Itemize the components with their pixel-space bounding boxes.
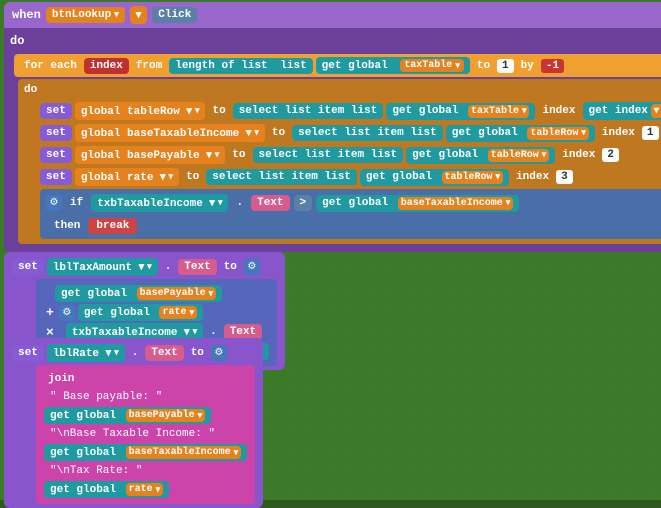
join-str-3: "\nTax Rate: " (44, 463, 148, 479)
join-str-1: " Base payable: " (44, 389, 168, 405)
index-val-4: 3 (556, 170, 573, 184)
basepayable-var[interactable]: global basePayable ▾ (75, 146, 225, 164)
get-table-pill: get global taxTable (316, 57, 470, 74)
do2-label: do (24, 82, 661, 99)
set-label-3: set (40, 147, 72, 163)
tax-expr-row2: + ⚙ get global rate (44, 304, 269, 321)
join-get-basetaxableincome: get global baseTaxableIncome (44, 444, 247, 461)
foreach-block: for each index from length of list list … (14, 54, 661, 77)
lbltaxamount-var[interactable]: lblTaxAmount ▾ (47, 258, 158, 276)
lblrate-var[interactable]: lblRate ▾ (47, 344, 125, 362)
set-label-1: set (40, 103, 72, 119)
when-block: when btnLookup ▾ Click (4, 2, 661, 28)
set-lblrate-header: set lblRate ▾ . Text to ⚙ (12, 344, 255, 362)
if-gear-icon[interactable]: ⚙ (46, 195, 62, 211)
do-outer: do for each index from length of list li… (4, 28, 661, 252)
set-row-basepayable: set global basePayable ▾ to select list … (40, 145, 661, 165)
join-row-6: get global rate (44, 481, 247, 498)
basetaxableincome-var[interactable]: global baseTaxableIncome ▾ (75, 124, 265, 142)
to-val: 1 (497, 59, 514, 73)
select-list-1: select list item list (233, 103, 384, 119)
main-block: when btnLookup ▾ Click do for each index… (4, 2, 661, 252)
event-source-pill[interactable]: btnLookup (46, 7, 125, 23)
tax-expr-row1: get global basePayable (44, 285, 269, 302)
select-list-4: select list item list (206, 169, 357, 185)
then-row: then break (46, 216, 661, 236)
rate-var[interactable]: global rate ▾ (75, 168, 179, 186)
join-get-basepayable: get global basePayable (44, 407, 211, 424)
join-row-5: "\nTax Rate: " (44, 463, 247, 479)
set-label-4: set (40, 169, 72, 185)
lbltaxamount-prop: Text (178, 259, 216, 275)
break-pill: break (88, 218, 137, 234)
plus-gear-icon[interactable]: ⚙ (59, 305, 75, 321)
get-tablerow-2: get global tableRow (446, 125, 595, 142)
set-row-rate: set global rate ▾ to select list item li… (40, 167, 661, 187)
get-basepayable: get global basePayable (55, 285, 222, 302)
get-index-1: get index ▾ (583, 102, 661, 120)
set-gear-icon-1[interactable]: ⚙ (244, 259, 260, 275)
set-lbl-1: set (12, 259, 44, 275)
if-block: ⚙ if txbTaxableIncome ▾ . Text > get glo… (40, 189, 661, 239)
plus-op: + (44, 305, 56, 320)
if-right: get global baseTaxableIncome (316, 195, 519, 212)
get-tablerow-3: get global tableRow (406, 147, 555, 164)
get-tablerow-4: get global tableRow (360, 169, 509, 186)
get-rate: get global rate (78, 304, 203, 321)
then-label: then (50, 218, 84, 234)
do-label: do (10, 32, 661, 52)
lblrate-prop: Text (145, 345, 183, 361)
event-type-pill: Click (152, 7, 197, 23)
tablerow-var[interactable]: global tableRow ▾ (75, 102, 206, 120)
set-label-2: set (40, 125, 72, 141)
join-row-2: get global basePayable (44, 407, 247, 424)
length-pill: length of list list (169, 58, 312, 74)
join-row-3: "\nBase Taxable Income: " (44, 426, 247, 442)
select-list-3: select list item list (253, 147, 404, 163)
if-left-prop: Text (251, 195, 289, 211)
when-label: when (12, 8, 41, 22)
join-get-rate: get global rate (44, 481, 169, 498)
set-lblrate-block: set lblRate ▾ . Text to ⚙ join " Base pa… (4, 338, 263, 508)
event-pill: ▾ (130, 6, 148, 24)
set-row-tablerow: set global tableRow ▾ to select list ite… (40, 101, 661, 121)
join-block: join " Base payable: " get global basePa… (36, 365, 255, 504)
if-op: > (294, 195, 313, 211)
if-left-var[interactable]: txbTaxableIncome ▾ (91, 194, 228, 212)
set-row-basetaxableincome: set global baseTaxableIncome ▾ to select… (40, 123, 661, 143)
join-row-4: get global baseTaxableIncome (44, 444, 247, 461)
index-val-2: 1 (642, 126, 659, 140)
index-val-3: 2 (602, 148, 619, 162)
by-val: -1 (541, 59, 564, 73)
select-list-2: select list item list (292, 125, 443, 141)
set-lbltaxamount-header: set lblTaxAmount ▾ . Text to ⚙ (12, 258, 277, 276)
workspace: when btnLookup ▾ Click do for each index… (0, 0, 661, 500)
set-gear-icon-2[interactable]: ⚙ (211, 345, 227, 361)
join-label-row: join (44, 371, 247, 387)
do-inner: do set global tableRow ▾ to select list … (18, 79, 661, 244)
index-var[interactable]: index (84, 58, 129, 74)
join-str-2: "\nBase Taxable Income: " (44, 426, 221, 442)
join-row-1: " Base payable: " (44, 389, 247, 405)
set-lbl-2: set (12, 345, 44, 361)
get-taxtable-1: get global taxTable (386, 103, 535, 120)
